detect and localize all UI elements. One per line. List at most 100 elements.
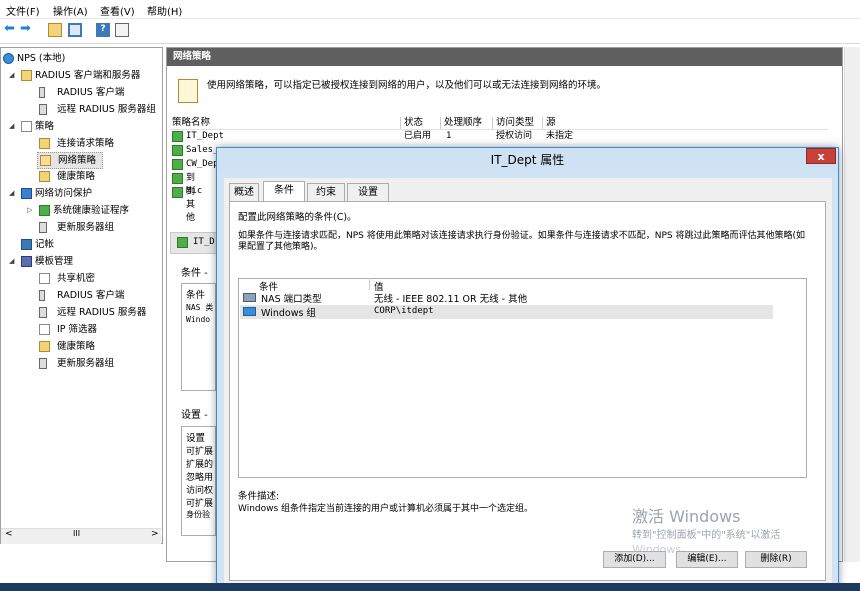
column-header-access[interactable]: 访问类型 xyxy=(496,117,543,129)
activation-watermark-title: 激活 Windows xyxy=(632,507,741,526)
show-hide-tree-icon[interactable] xyxy=(68,23,82,37)
add-button[interactable]: 添加(D)... xyxy=(603,551,666,568)
column-header-source[interactable]: 源 xyxy=(546,117,826,129)
scroll-right-icon[interactable]: > xyxy=(151,529,159,539)
expand-arrow-icon[interactable]: ◢ xyxy=(9,119,14,134)
summary-line: NAS 类 xyxy=(186,303,214,312)
summary-line: 可扩展 xyxy=(186,447,214,457)
condition-value: CORP\itdept xyxy=(374,306,434,316)
scroll-thumb[interactable]: III xyxy=(73,529,80,538)
tab-overview[interactable]: 概述 xyxy=(229,183,259,201)
tree-item-label: RADIUS 客户端 xyxy=(57,87,125,98)
tab-constraints[interactable]: 约束 xyxy=(307,183,345,201)
policy-source: 未指定 xyxy=(546,131,574,141)
enabled-policy-icon xyxy=(172,145,183,156)
folder-icon xyxy=(39,138,50,149)
tree-item-label: 健康策略 xyxy=(57,341,96,352)
settings-summary-box: 设置 可扩展 扩展的 忽略用 访问权 可扩展 身份验 xyxy=(181,426,216,536)
forward-arrow-icon[interactable]: ➡ xyxy=(20,22,34,37)
tree-item-label: 远程 RADIUS 服务器组 xyxy=(57,104,156,115)
tree-horizontal-scrollbar[interactable]: < III > xyxy=(1,528,161,544)
menu-file[interactable]: 文件(F) xyxy=(6,3,40,18)
document-icon xyxy=(39,273,50,284)
results-header-title: 网络策略 xyxy=(173,51,212,62)
vertical-scrollbar[interactable] xyxy=(844,47,860,562)
console-icon[interactable] xyxy=(115,23,129,37)
tree-item-label: 网络访问保护 xyxy=(35,188,93,199)
tree-item-label: 模板管理 xyxy=(35,256,74,267)
condition-value: 无线 - IEEE 802.11 OR 无线 - 其他 xyxy=(374,294,528,305)
menu-help[interactable]: 帮助(H) xyxy=(147,3,182,18)
policy-status: 已启用 xyxy=(404,131,432,141)
list-item[interactable]: Windows 组 CORP\itdept xyxy=(240,305,773,319)
policy-name: IT_Dept xyxy=(186,131,224,141)
column-header-order[interactable]: 处理顺序 xyxy=(444,117,493,129)
dialog-title: IT_Dept 属性 xyxy=(217,148,838,172)
back-arrow-icon[interactable]: ⬅ xyxy=(4,22,18,37)
list-item[interactable]: NAS 端口类型 无线 - IEEE 802.11 OR 无线 - 其他 xyxy=(240,291,773,305)
policy-name: CW_Dep xyxy=(186,159,219,169)
windows-group-icon xyxy=(243,307,256,316)
tree-item-label: NPS (本地) xyxy=(17,53,66,64)
policy-name: 到其他 xyxy=(186,187,196,223)
summary-line: 忽略用 xyxy=(186,473,214,483)
server-icon xyxy=(39,87,45,98)
detail-title: IT_D xyxy=(193,237,215,247)
column-header-name[interactable]: 策略名称 xyxy=(172,117,401,129)
remove-button[interactable]: 删除(R) xyxy=(745,551,807,568)
tree-item-label: IP 筛选器 xyxy=(57,324,98,335)
server-icon xyxy=(39,290,45,301)
tab-conditions[interactable]: 条件 xyxy=(263,181,305,202)
up-folder-icon[interactable] xyxy=(48,23,62,37)
policy-icon xyxy=(21,121,32,132)
column-header-status[interactable]: 状态 xyxy=(404,117,441,129)
scroll-left-icon[interactable]: < xyxy=(5,529,13,539)
tree-item-label: RADIUS 客户端 xyxy=(57,290,125,301)
tree-item-label: RADIUS 客户端和服务器 xyxy=(35,70,141,81)
taskbar xyxy=(0,583,860,591)
server-group-icon xyxy=(39,104,47,115)
expand-arrow-icon[interactable]: ◢ xyxy=(9,186,14,201)
conditions-section-title: 条件 - xyxy=(181,268,208,279)
network-protection-icon xyxy=(21,188,32,199)
policy-access: 授权访问 xyxy=(496,131,533,141)
enabled-policy-icon xyxy=(172,159,183,170)
expand-arrow-icon[interactable]: ◢ xyxy=(9,254,14,269)
summary-line: 身份验 xyxy=(186,510,210,519)
condition-description-text: Windows 组条件指定当前连接的用户或计算机必须属于其中一个选定组。 xyxy=(238,504,534,514)
collapse-arrow-icon[interactable]: ▷ xyxy=(27,203,32,218)
table-row[interactable]: IT_Dept 已启用 1 授权访问 未指定 xyxy=(172,130,828,143)
menu-action[interactable]: 操作(A) xyxy=(53,3,88,18)
summary-line: 扩展的 xyxy=(186,460,214,470)
expand-arrow-icon[interactable]: ◢ xyxy=(9,68,14,83)
tree-item-label: 网络策略 xyxy=(58,155,97,166)
results-description: 使用网络策略，可以指定已被授权连接到网络的用户，以及他们可以或无法连接到网络的环… xyxy=(207,80,607,91)
tree-item-network-policies[interactable]: 网络策略 xyxy=(37,152,103,169)
menu-bar: 文件(F) 操作(A) 查看(V) 帮助(H) xyxy=(0,0,860,19)
policy-document-icon xyxy=(178,79,198,103)
results-header: 网络策略 xyxy=(167,48,842,66)
settings-section-title: 设置 - xyxy=(181,410,208,421)
server-group-icon xyxy=(39,307,47,318)
templates-icon xyxy=(21,256,32,267)
enabled-policy-icon xyxy=(172,187,183,198)
server-group-icon xyxy=(39,222,47,233)
tree-item-label: 连接请求策略 xyxy=(57,138,115,149)
summary-line: 可扩展 xyxy=(186,499,214,509)
condition-name: Windows 组 xyxy=(261,308,316,319)
folder-icon xyxy=(21,70,32,81)
folder-icon xyxy=(39,171,50,182)
detail-header: IT_D xyxy=(170,232,218,254)
column-divider xyxy=(369,278,370,290)
help-icon[interactable]: ? xyxy=(96,23,110,37)
menu-view[interactable]: 查看(V) xyxy=(100,3,135,18)
conditions-intro: 配置此网络策略的条件(C)。 xyxy=(238,212,357,223)
toolbar: ⬅ ➡ ? xyxy=(0,19,860,44)
summary-line: 设置 xyxy=(186,433,206,444)
validator-icon xyxy=(39,205,50,216)
tab-settings[interactable]: 设置 xyxy=(347,183,389,201)
edit-button[interactable]: 编辑(E)... xyxy=(676,551,738,568)
folder-icon xyxy=(39,341,50,352)
tree-item-label: 更新服务器组 xyxy=(57,222,115,233)
close-button[interactable]: x xyxy=(806,148,836,164)
